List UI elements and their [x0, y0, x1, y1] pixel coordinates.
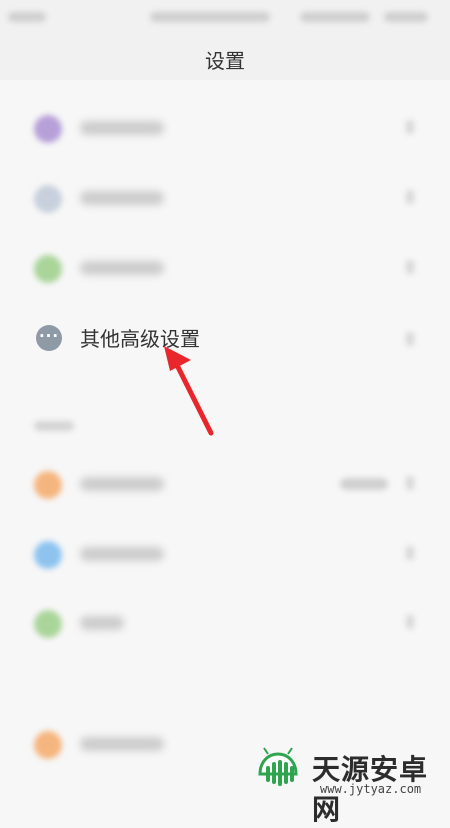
green-icon: [34, 610, 62, 638]
list-item-blurred-4[interactable]: [0, 448, 450, 518]
android-logo-icon: [258, 747, 298, 786]
blurred-label: [80, 547, 164, 561]
blurred-label: [80, 616, 124, 630]
blurred-label: [80, 477, 164, 491]
watermark: 天源安卓网 www.jytyaz.com: [248, 742, 450, 826]
section-header-blurred: [34, 421, 74, 431]
chevron-right-icon: [406, 546, 414, 560]
orange-icon: [34, 731, 62, 759]
chevron-right-icon: [406, 476, 414, 490]
chevron-right-icon: [406, 615, 414, 629]
orange-icon: [34, 471, 62, 499]
blue-icon: [34, 541, 62, 569]
blurred-value: [340, 478, 388, 490]
list-item-blurred-5[interactable]: [0, 518, 450, 588]
red-arrow-annotation: [164, 346, 214, 436]
watermark-url: www.jytyaz.com: [320, 782, 422, 796]
list-item-blurred-6[interactable]: [0, 587, 450, 657]
blurred-label: [80, 737, 164, 751]
